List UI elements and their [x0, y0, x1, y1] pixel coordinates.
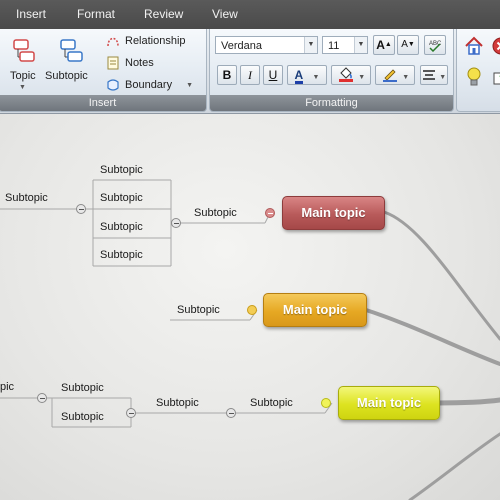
- subtopic[interactable]: pic: [0, 381, 14, 393]
- fill-color-button[interactable]: ▼: [331, 65, 371, 85]
- align-center-icon: [422, 70, 435, 80]
- spellcheck-icon: ABC: [429, 41, 442, 53]
- boundary-button[interactable]: Boundary ▼: [105, 78, 193, 92]
- grow-font-button[interactable]: A▲: [373, 35, 395, 55]
- chevron-down-icon: ▼: [354, 37, 367, 53]
- idea-button[interactable]: [464, 66, 484, 88]
- formatting-group-label: Formatting: [210, 95, 453, 111]
- spellcheck-button[interactable]: ABC: [424, 35, 446, 55]
- chevron-down-icon: ▼: [402, 74, 410, 81]
- main-topic-yellow[interactable]: Main topic: [338, 386, 440, 420]
- subtopic[interactable]: Subtopic: [61, 382, 104, 394]
- subtopic[interactable]: Subtopic: [100, 249, 143, 261]
- subtopic[interactable]: Subtopic: [100, 164, 143, 176]
- chevron-down-icon: ▼: [439, 74, 447, 81]
- subtopic[interactable]: Subtopic: [100, 221, 143, 233]
- relationship-icon: [107, 37, 119, 47]
- shrink-font-icon: A: [401, 39, 408, 50]
- relationship-button[interactable]: Relationship: [105, 34, 186, 48]
- topic-dropdown-arrow-icon[interactable]: ▼: [19, 84, 26, 91]
- boundary-dropdown-arrow-icon[interactable]: ▼: [186, 82, 193, 89]
- home-icon: [465, 36, 483, 55]
- delete-icon: [492, 37, 500, 55]
- collapse-toggle[interactable]: [171, 218, 181, 228]
- subtopic[interactable]: Subtopic: [100, 192, 143, 204]
- menu-insert[interactable]: Insert: [16, 0, 46, 29]
- notes-icon: [107, 56, 119, 70]
- ribbon: Topic ▼ Subtopic Relationship Notes Boun…: [0, 29, 500, 114]
- menu-view[interactable]: View: [212, 0, 238, 29]
- formatting-group: Verdana ▼ 11 ▼ A▲ A▼ ABC B I U A ▼ ▼ ▼ ▼…: [209, 29, 454, 112]
- chevron-down-icon: ▼: [358, 74, 366, 81]
- bold-button[interactable]: B: [217, 65, 237, 85]
- subtopic[interactable]: Subtopic: [61, 411, 104, 423]
- lightbulb-icon: [467, 67, 481, 86]
- delete-button[interactable]: [491, 36, 500, 58]
- boundary-label: Boundary: [125, 79, 173, 91]
- export-icon: [493, 72, 500, 85]
- collapse-toggle[interactable]: [76, 204, 86, 214]
- font-color-button[interactable]: A ▼: [287, 65, 327, 85]
- shrink-font-button[interactable]: A▼: [397, 35, 419, 55]
- font-family-value: Verdana: [221, 40, 262, 52]
- relationship-label: Relationship: [125, 35, 186, 47]
- subtopic[interactable]: Subtopic: [156, 397, 199, 409]
- pen-icon: [382, 69, 397, 82]
- notes-label: Notes: [125, 57, 154, 69]
- topic-icon: [13, 39, 35, 62]
- underline-button[interactable]: U: [263, 65, 283, 85]
- italic-button[interactable]: I: [240, 65, 260, 85]
- subtopic-button[interactable]: Subtopic: [45, 35, 97, 90]
- font-size-value: 11: [328, 40, 340, 52]
- collapse-toggle[interactable]: [226, 408, 236, 418]
- main-topic-orange[interactable]: Main topic: [263, 293, 367, 327]
- chevron-down-icon: ▼: [304, 37, 317, 53]
- collapse-toggle[interactable]: [247, 305, 257, 315]
- export-button[interactable]: [492, 67, 500, 87]
- boundary-icon: [107, 79, 119, 91]
- main-topic-red[interactable]: Main topic: [282, 196, 385, 230]
- collapse-toggle[interactable]: [37, 393, 47, 403]
- svg-text:ABC: ABC: [429, 41, 442, 47]
- collapse-toggle[interactable]: [265, 208, 275, 218]
- subtopic[interactable]: Subtopic: [250, 397, 293, 409]
- paint-bucket-icon: [338, 67, 353, 82]
- menu-format[interactable]: Format: [77, 0, 115, 29]
- font-family-select[interactable]: Verdana ▼: [215, 36, 318, 54]
- insert-group: Topic ▼ Subtopic Relationship Notes Boun…: [0, 29, 207, 112]
- font-size-select[interactable]: 11 ▼: [322, 36, 368, 54]
- insert-group-label: Insert: [0, 95, 206, 111]
- menu-bar: Insert Format Review View: [0, 0, 500, 30]
- chevron-down-icon: ▼: [312, 74, 320, 81]
- line-color-button[interactable]: ▼: [375, 65, 415, 85]
- align-button[interactable]: ▼: [420, 65, 448, 85]
- tools-group: [456, 29, 500, 112]
- menu-review[interactable]: Review: [144, 0, 183, 29]
- subtopic-icon: [60, 39, 83, 62]
- grow-font-icon: A: [376, 38, 385, 52]
- mindmap-canvas[interactable]: Subtopic Subtopic Subtopic Subtopic Subt…: [0, 114, 500, 500]
- topic-button[interactable]: Topic ▼: [4, 35, 42, 95]
- notes-button[interactable]: Notes: [105, 56, 154, 70]
- subtopic[interactable]: Subtopic: [177, 304, 220, 316]
- home-button[interactable]: [463, 35, 485, 57]
- subtopic[interactable]: Subtopic: [5, 192, 48, 204]
- font-color-icon: A: [294, 68, 304, 84]
- collapse-toggle[interactable]: [126, 408, 136, 418]
- subtopic[interactable]: Subtopic: [194, 207, 237, 219]
- topic-button-label: Topic: [10, 70, 36, 82]
- collapse-toggle[interactable]: [321, 398, 331, 408]
- subtopic-button-label: Subtopic: [45, 70, 88, 82]
